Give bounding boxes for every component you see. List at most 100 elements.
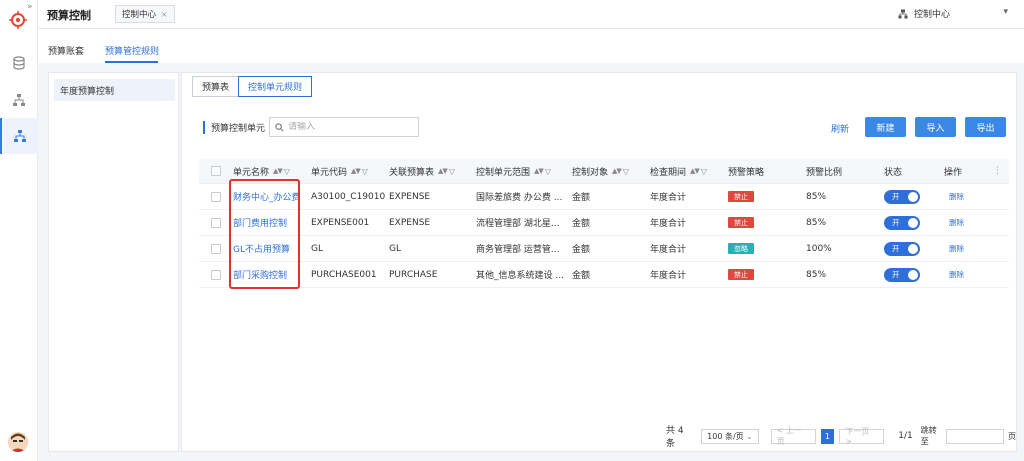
table-row[interactable]: 财务中心_办公费 A30100_C19010 EXPENSE 国际差旅费 办公费… bbox=[199, 184, 1009, 210]
total-count: 共 4 条 bbox=[666, 426, 684, 449]
org-selector[interactable]: 控制中心 ▾ bbox=[898, 7, 1008, 20]
org-icon bbox=[898, 9, 908, 18]
filter-icon[interactable]: ▽ bbox=[449, 167, 455, 176]
filter-icon[interactable]: ▽ bbox=[284, 167, 290, 176]
unit-code: PURCHASE001 bbox=[311, 269, 377, 280]
tree-panel: 年度预算控制 bbox=[48, 72, 179, 452]
nav-org-tree[interactable] bbox=[0, 82, 38, 118]
control-scope: 商务管理部 运营管... bbox=[476, 245, 560, 255]
page-unit: 页 bbox=[1007, 431, 1016, 441]
col-scope[interactable]: 控制单元范围 ▲▼ ▽ bbox=[476, 159, 551, 183]
tree-item-annual-budget[interactable]: 年度预算控制 bbox=[54, 79, 175, 101]
sub-tab-bar: 预算账套 预算管控规则 bbox=[38, 29, 1024, 63]
table-row[interactable]: 部门费用控制 EXPENSE001 EXPENSE 流程管理部 湖北星... 金… bbox=[199, 210, 1009, 236]
sort-icon[interactable]: ▲▼ bbox=[351, 167, 361, 175]
filter-bar: 预算控制单元 bbox=[203, 117, 420, 137]
linked-table: EXPENSE bbox=[389, 191, 431, 202]
strategy-tag: 忽略 bbox=[728, 243, 754, 254]
row-checkbox[interactable] bbox=[211, 217, 221, 228]
filter-icon[interactable]: ▽ bbox=[623, 167, 629, 176]
search-input[interactable] bbox=[288, 122, 409, 132]
logo-icon bbox=[9, 11, 27, 29]
col-warning-strategy: 预警策略 bbox=[728, 167, 765, 178]
col-check-period[interactable]: 检查期间 ▲▼ ▽ bbox=[650, 159, 707, 183]
warning-ratio: 85% bbox=[806, 269, 827, 280]
rules-table: 单元名称 ▲▼ ▽ 单元代码 ▲▼ ▽ 关联预算表 ▲▼ ▽ 控制单元范围 ▲▼ ▽ 控制对象 ▲… bbox=[199, 159, 1009, 288]
filter-icon[interactable]: ▽ bbox=[362, 167, 368, 176]
import-button[interactable]: 导入 bbox=[915, 117, 956, 137]
expand-rail-icon[interactable]: » bbox=[27, 2, 33, 12]
select-all-checkbox-cell[interactable] bbox=[211, 159, 221, 183]
unit-code: EXPENSE001 bbox=[311, 217, 370, 228]
jump-label: 跳转至 bbox=[920, 426, 937, 446]
sort-icon[interactable]: ▲▼ bbox=[534, 167, 544, 175]
status-toggle[interactable]: 开 bbox=[884, 189, 920, 204]
row-checkbox[interactable] bbox=[211, 269, 221, 280]
next-page-button[interactable]: 下一页 > bbox=[839, 427, 885, 446]
check-period: 年度合计 bbox=[650, 193, 687, 203]
tab-label: 控制中心 bbox=[122, 10, 157, 20]
tab-budget-table[interactable]: 预算表 bbox=[192, 76, 240, 97]
sort-icon[interactable]: ▲▼ bbox=[273, 167, 283, 175]
row-checkbox[interactable] bbox=[211, 243, 221, 254]
select-all-checkbox[interactable] bbox=[211, 166, 221, 176]
status-toggle[interactable]: 开 bbox=[884, 241, 920, 256]
status-toggle[interactable]: 开 bbox=[884, 215, 920, 230]
col-unit-code[interactable]: 单元代码 ▲▼ ▽ bbox=[311, 159, 368, 183]
prev-page-button[interactable]: < 上一页 bbox=[770, 426, 816, 446]
tab-budget-rules[interactable]: 预算管控规则 bbox=[105, 44, 159, 57]
col-linked-table[interactable]: 关联预算表 ▲▼ ▽ bbox=[389, 159, 455, 183]
jump-page-input[interactable] bbox=[946, 428, 1004, 444]
table-row[interactable]: 部门采购控制 PURCHASE001 PURCHASE 其他_信息系统建设 ..… bbox=[199, 262, 1009, 288]
strategy-tag: 禁止 bbox=[728, 217, 754, 228]
filter-icon[interactable]: ▽ bbox=[701, 167, 707, 176]
chevron-down-icon[interactable]: ▾ bbox=[1003, 7, 1008, 20]
user-avatar[interactable] bbox=[8, 432, 28, 452]
control-scope: 流程管理部 湖北星... bbox=[476, 219, 560, 229]
column-settings-icon[interactable]: ⋮ bbox=[993, 159, 1002, 183]
strategy-tag: 禁止 bbox=[728, 269, 754, 280]
page-count: 1/1 bbox=[898, 431, 913, 441]
org-tree-icon bbox=[13, 94, 25, 106]
nav-database[interactable] bbox=[0, 45, 38, 81]
tab-budget-ledger[interactable]: 预算账套 bbox=[48, 44, 84, 57]
filter-label: 预算控制单元 bbox=[211, 123, 266, 134]
unit-code: A30100_C19010 bbox=[311, 191, 386, 202]
current-page[interactable]: 1 bbox=[820, 428, 835, 444]
sort-icon[interactable]: ▲▼ bbox=[612, 167, 622, 175]
col-control-object[interactable]: 控制对象 ▲▼ ▽ bbox=[572, 159, 629, 183]
check-period: 年度合计 bbox=[650, 245, 687, 255]
tab-control-center[interactable]: 控制中心 × bbox=[115, 5, 175, 23]
export-button[interactable]: 导出 bbox=[965, 117, 1006, 137]
tab-control-unit-rules[interactable]: 控制单元规则 bbox=[238, 76, 313, 97]
delete-link[interactable]: 删除 bbox=[949, 184, 964, 209]
col-actions: 操作 bbox=[944, 167, 963, 178]
linked-table: PURCHASE bbox=[389, 269, 438, 280]
hierarchy-icon bbox=[14, 130, 26, 142]
close-icon[interactable]: × bbox=[161, 10, 168, 19]
avatar-icon bbox=[8, 432, 28, 452]
check-period: 年度合计 bbox=[650, 271, 687, 281]
status-toggle[interactable]: 开 bbox=[884, 267, 920, 282]
delete-link[interactable]: 删除 bbox=[949, 262, 964, 287]
chevron-down-icon: ⌄ bbox=[745, 431, 753, 441]
control-object: 金额 bbox=[572, 245, 591, 255]
sort-icon[interactable]: ▲▼ bbox=[438, 167, 448, 175]
refresh-link[interactable]: 刷新 bbox=[831, 122, 849, 135]
filter-icon[interactable]: ▽ bbox=[545, 167, 551, 176]
control-object: 金额 bbox=[572, 193, 591, 203]
table-row[interactable]: GL不占用预算 GL GL 商务管理部 运营管... 金额 年度合计 忽略 10… bbox=[199, 236, 1009, 262]
page-size-select[interactable]: 100 条/页 ⌄ bbox=[701, 428, 759, 444]
search-box[interactable] bbox=[269, 117, 420, 137]
control-object: 金额 bbox=[572, 219, 591, 229]
nav-budget-control[interactable] bbox=[0, 118, 38, 154]
unit-code: GL bbox=[311, 243, 323, 254]
sort-icon[interactable]: ▲▼ bbox=[690, 167, 700, 175]
main-panel: 预算表 控制单元规则 预算控制单元 刷新 新建 导入 导出 单元名称▲▼▽ 单元… bbox=[181, 72, 1017, 452]
delete-link[interactable]: 删除 bbox=[949, 210, 964, 235]
delete-link[interactable]: 删除 bbox=[949, 236, 964, 261]
new-button[interactable]: 新建 bbox=[865, 117, 906, 137]
warning-ratio: 100% bbox=[806, 243, 832, 254]
strategy-tag: 禁止 bbox=[728, 191, 754, 202]
row-checkbox[interactable] bbox=[211, 191, 221, 202]
